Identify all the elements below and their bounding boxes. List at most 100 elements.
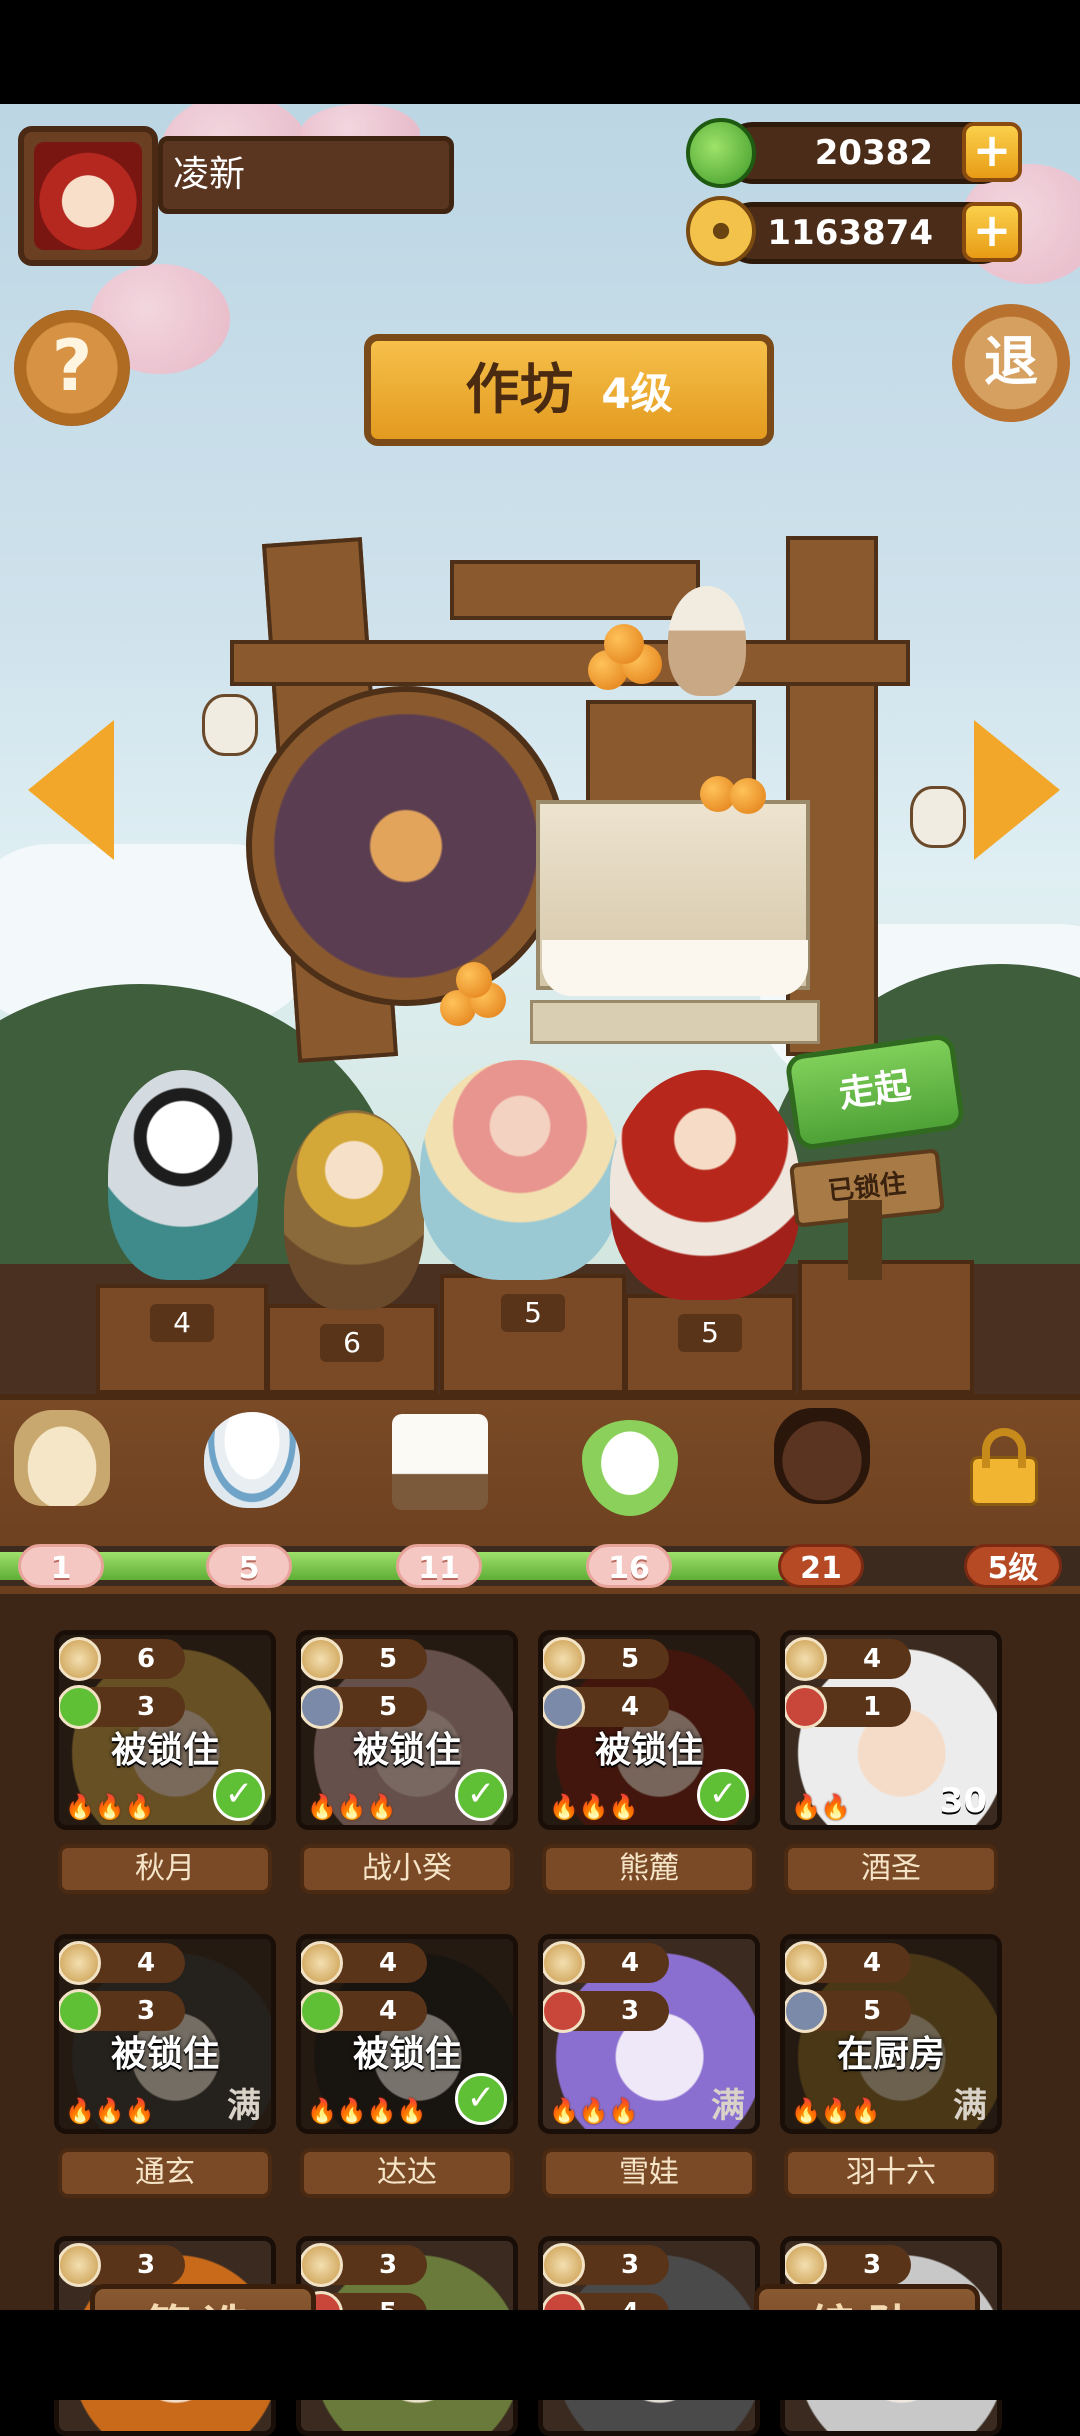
workshop-name: 作坊 bbox=[465, 358, 574, 421]
bun-stat: 4 bbox=[785, 1637, 911, 1681]
workshop-level: 4级 bbox=[601, 369, 673, 418]
level-marker: 5 bbox=[206, 1544, 292, 1588]
padlock-icon[interactable] bbox=[956, 1416, 1052, 1512]
chef-name[interactable]: 雪娃 bbox=[542, 2148, 756, 2198]
bun-stat-value: 4 bbox=[621, 1948, 640, 1978]
bun-icon bbox=[543, 2243, 585, 2287]
add-jade-button[interactable]: + bbox=[962, 122, 1022, 182]
flame-rating: 🔥🔥🔥 bbox=[307, 1793, 397, 1821]
tofu-plate-icon[interactable] bbox=[392, 1414, 488, 1510]
bun-stat: 5 bbox=[301, 1637, 427, 1681]
pedestal[interactable] bbox=[798, 1260, 974, 1394]
chef-card[interactable]: 4 3 🔥🔥🔥 满 bbox=[538, 1934, 760, 2134]
bun-stat-value: 4 bbox=[379, 1948, 398, 1978]
chef-name[interactable]: 熊麓 bbox=[542, 1844, 756, 1894]
player-avatar[interactable] bbox=[18, 126, 158, 266]
bun-icon bbox=[785, 2243, 827, 2287]
chef-status: 在厨房 bbox=[836, 2034, 945, 2075]
chef-card[interactable]: 6 3 被锁住 🔥🔥🔥 ✓ bbox=[54, 1630, 276, 1830]
bun-stat: 3 bbox=[543, 2243, 669, 2287]
chef-name[interactable]: 战小癸 bbox=[300, 1844, 514, 1894]
full-badge: 满 bbox=[227, 2086, 261, 2126]
sign-post bbox=[848, 1200, 882, 1280]
add-coins-button[interactable]: + bbox=[962, 202, 1022, 262]
question-icon: ? bbox=[51, 325, 93, 407]
meat-icon bbox=[543, 1989, 585, 2033]
chef-name[interactable]: 羽十六 bbox=[784, 2148, 998, 2198]
workshop-title: 作坊 4级 bbox=[364, 334, 774, 446]
chef-status: 被锁住 bbox=[352, 2034, 461, 2075]
jade-icon bbox=[686, 118, 756, 188]
red-warrior-character[interactable] bbox=[610, 1070, 800, 1300]
chef-card[interactable]: 4 1 🔥🔥 30 bbox=[780, 1630, 1002, 1830]
exit-button[interactable]: 退 bbox=[952, 304, 1070, 422]
go-sign-label: 走起 bbox=[836, 1065, 914, 1116]
orange bbox=[456, 962, 492, 998]
grinding-wheel bbox=[246, 686, 566, 1006]
lantern bbox=[202, 694, 258, 756]
orange bbox=[604, 624, 644, 664]
level-marker: 16 bbox=[586, 1544, 672, 1588]
bun-stat: 4 bbox=[301, 1941, 427, 1985]
chef-card[interactable]: 5 5 被锁住 🔥🔥🔥 ✓ bbox=[296, 1630, 518, 1830]
ingredient-stat: 3 bbox=[543, 1989, 669, 2033]
pedestal[interactable]: 4 bbox=[96, 1284, 268, 1394]
bun-icon bbox=[301, 1637, 343, 1681]
archer-character[interactable] bbox=[284, 1110, 424, 1310]
chef-status: 被锁住 bbox=[110, 1730, 219, 1771]
chef-name[interactable]: 秋月 bbox=[58, 1844, 272, 1894]
bun-stat: 3 bbox=[301, 2243, 427, 2287]
bun-stat-value: 5 bbox=[379, 1644, 398, 1674]
chef-count: 30 bbox=[939, 1781, 987, 1821]
chef-card[interactable]: 5 4 被锁住 🔥🔥🔥 ✓ bbox=[538, 1630, 760, 1830]
player-name: 凌新 bbox=[158, 136, 454, 214]
wooden-beam bbox=[230, 640, 910, 686]
meat-icon bbox=[785, 1685, 827, 1729]
flame-rating: 🔥🔥 bbox=[791, 1793, 851, 1821]
sailor-character[interactable] bbox=[420, 1060, 620, 1280]
bun-stat: 6 bbox=[59, 1637, 185, 1681]
pedestal-level: 5 bbox=[678, 1314, 742, 1352]
avatar bbox=[34, 142, 142, 250]
chef-card[interactable]: 4 3 被锁住 🔥🔥🔥 满 bbox=[54, 1934, 276, 2134]
exit-button-label: 退 bbox=[984, 330, 1038, 393]
full-badge: 满 bbox=[711, 2086, 745, 2126]
flame-rating: 🔥🔥🔥 bbox=[65, 1793, 155, 1821]
bun-stat: 5 bbox=[543, 1637, 669, 1681]
bun-icon bbox=[543, 1941, 585, 1985]
jade-amount: 20382 bbox=[814, 133, 933, 173]
previous-arrow-icon[interactable] bbox=[28, 720, 114, 860]
bun-icon bbox=[59, 1941, 101, 1985]
chef-status: 被锁住 bbox=[352, 1730, 461, 1771]
pedestal[interactable]: 5 bbox=[624, 1294, 796, 1394]
bun-stat-value: 4 bbox=[863, 1948, 882, 1978]
bun-stat: 4 bbox=[59, 1941, 185, 1985]
soy-milk bbox=[542, 940, 808, 996]
chef-name[interactable]: 通玄 bbox=[58, 2148, 272, 2198]
wine-jar-icon[interactable] bbox=[774, 1408, 870, 1504]
chef-card[interactable]: 4 5 在厨房 🔥🔥🔥 满 bbox=[780, 1934, 1002, 2134]
checkmark-icon: ✓ bbox=[455, 1769, 507, 1821]
level-marker: 11 bbox=[396, 1544, 482, 1588]
chef-name[interactable]: 达达 bbox=[300, 2148, 514, 2198]
flame-rating: 🔥🔥🔥 bbox=[65, 2097, 155, 2125]
bun-icon bbox=[59, 2243, 101, 2287]
rice-bowl-icon[interactable] bbox=[204, 1412, 300, 1508]
panda-character[interactable] bbox=[108, 1070, 258, 1280]
bun-icon bbox=[301, 1941, 343, 1985]
chef-card[interactable]: 4 4 被锁住 🔥🔥🔥🔥 ✓ bbox=[296, 1934, 518, 2134]
level-marker: 1 bbox=[18, 1544, 104, 1588]
status-bar bbox=[0, 0, 1080, 104]
worker-character bbox=[668, 586, 746, 696]
coin-amount: 1163874 bbox=[767, 213, 933, 253]
full-badge: 满 bbox=[953, 2086, 987, 2126]
next-arrow-icon[interactable] bbox=[974, 720, 1060, 860]
chef-name[interactable]: 酒圣 bbox=[784, 1844, 998, 1894]
pedestal[interactable]: 5 bbox=[440, 1274, 626, 1394]
pedestal[interactable]: 6 bbox=[266, 1304, 438, 1394]
help-button[interactable]: ? bbox=[14, 310, 130, 426]
soybean-sack-icon[interactable] bbox=[14, 1410, 110, 1506]
navigation-bar bbox=[0, 2310, 1080, 2400]
bun-stat-value: 6 bbox=[137, 1644, 156, 1674]
lantern bbox=[910, 786, 966, 848]
